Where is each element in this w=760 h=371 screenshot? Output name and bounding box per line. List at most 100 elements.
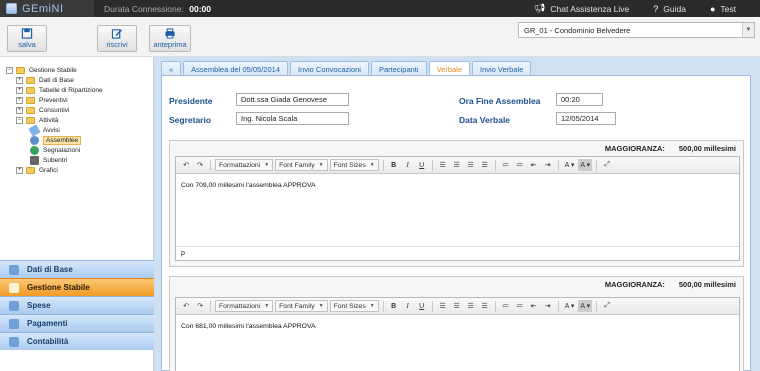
condominium-select[interactable]: GR_01 - Condominio Belvedere ▼ xyxy=(518,22,755,38)
navigation-tree: − Gestione Stabile + Dati di Base + Tabe… xyxy=(6,65,103,175)
bullet-list-icon[interactable]: ≔ xyxy=(500,159,512,171)
background-color-icon[interactable]: A ▾ xyxy=(578,300,593,312)
preview-button[interactable]: anteprima xyxy=(149,25,191,52)
rewrite-button[interactable]: riscrivi xyxy=(97,25,137,52)
secretary-field[interactable]: Ing. Nicola Scala xyxy=(236,112,349,125)
font-sizes-label: Font Sizes xyxy=(333,302,366,310)
fullscreen-icon[interactable]: ⤢ xyxy=(601,159,613,171)
font-family-label: Font Family xyxy=(279,302,315,310)
edit-icon xyxy=(111,29,123,39)
indent-icon[interactable]: ⇥ xyxy=(542,300,554,312)
align-right-icon[interactable]: ☰ xyxy=(465,300,477,312)
president-label: Presidente xyxy=(169,96,213,106)
folder-icon xyxy=(26,76,35,84)
underline-icon[interactable]: U xyxy=(416,159,428,171)
align-left-icon[interactable]: ☰ xyxy=(437,159,449,171)
accordion-pagamenti[interactable]: Pagamenti xyxy=(0,314,154,332)
tab-invio-verbale[interactable]: Invio Verbale xyxy=(472,61,532,76)
help-label: Guida xyxy=(663,3,686,14)
formats-dropdown[interactable]: Formattazioni ▼ xyxy=(215,159,274,171)
outdent-icon[interactable]: ⇤ xyxy=(528,300,540,312)
accordion-label: Gestione Stabile xyxy=(27,283,90,292)
text-color-icon[interactable]: A ▾ xyxy=(563,300,577,312)
tab-partecipanti[interactable]: Partecipanti xyxy=(370,61,427,76)
expand-icon[interactable]: + xyxy=(16,106,23,114)
end-time-field[interactable]: 00:20 xyxy=(556,93,603,106)
font-family-dropdown[interactable]: Font Family ▼ xyxy=(275,159,328,171)
tree-leaf-segnalazioni[interactable]: Segnalazioni xyxy=(6,145,103,155)
bold-icon[interactable]: B xyxy=(388,300,400,312)
tree-node-label: Segnalazioni xyxy=(43,146,81,154)
tab-invio-convocazioni[interactable]: Invio Convocazioni xyxy=(290,61,369,76)
tree-node[interactable]: + Dati di Base xyxy=(6,75,103,85)
italic-icon[interactable]: I xyxy=(402,159,414,171)
expand-icon[interactable]: + xyxy=(16,86,23,94)
accordion-label: Spese xyxy=(27,301,51,310)
tree-node[interactable]: + Grafici xyxy=(6,165,103,175)
user-label: Test xyxy=(720,3,736,14)
tree-node[interactable]: + Consuntivi xyxy=(6,105,103,115)
accordion-dati-di-base[interactable]: Dati di Base xyxy=(0,260,154,278)
accordion-contabilita[interactable]: Contabilità xyxy=(0,332,154,350)
accordion-spese[interactable]: Spese xyxy=(0,296,154,314)
president-field[interactable]: Dott.ssa Giada Genovese xyxy=(236,93,349,106)
tree-leaf-assemblee[interactable]: Assemblee xyxy=(6,135,103,145)
align-justify-icon[interactable]: ☰ xyxy=(479,159,491,171)
tab-assemblea[interactable]: Assemblea del 05/05/2014 xyxy=(183,61,288,76)
tree-leaf-avvisi[interactable]: Avvisi xyxy=(6,123,103,137)
report-icon xyxy=(30,145,39,155)
italic-icon[interactable]: I xyxy=(402,300,414,312)
underline-icon[interactable]: U xyxy=(416,300,428,312)
tree-node-root[interactable]: − Gestione Stabile xyxy=(6,65,103,75)
tab-verbale[interactable]: Verbale xyxy=(428,61,470,76)
folder-icon xyxy=(26,96,35,104)
save-button[interactable]: salva xyxy=(7,25,47,52)
redo-icon[interactable]: ↷ xyxy=(194,159,206,171)
chat-support-link[interactable]: 📢︎ Chat Assistenza Live xyxy=(534,3,629,14)
text-color-icon[interactable]: A ▾ xyxy=(563,159,577,171)
fullscreen-icon[interactable]: ⤢ xyxy=(601,300,613,312)
redo-icon[interactable]: ↷ xyxy=(194,300,206,312)
expand-icon[interactable]: + xyxy=(16,76,23,84)
collapse-icon[interactable]: − xyxy=(6,66,13,74)
formats-label: Formattazioni xyxy=(219,302,261,310)
outdent-icon[interactable]: ⇤ xyxy=(528,159,540,171)
editor-toolbar: ↶ ↷ Formattazioni ▼ Font Family ▼ Font Siz… xyxy=(176,298,739,315)
folder-icon xyxy=(26,86,35,94)
align-justify-icon[interactable]: ☰ xyxy=(479,300,491,312)
indent-icon[interactable]: ⇥ xyxy=(542,159,554,171)
numbered-list-icon[interactable]: ≔ xyxy=(514,159,526,171)
editor-content[interactable]: Con 709,00 millesimi l'assemblea APPROVA xyxy=(176,174,739,197)
align-center-icon[interactable]: ☰ xyxy=(451,300,463,312)
tree-node[interactable]: + Preventivi xyxy=(6,95,103,105)
bold-icon[interactable]: B xyxy=(388,159,400,171)
editor-content[interactable]: Con 681,00 millesimi l'assemblea APPROVA xyxy=(176,315,739,338)
expand-icon[interactable]: + xyxy=(16,96,23,104)
date-field[interactable]: 12/05/2014 xyxy=(556,112,616,125)
accordion-gestione-stabile[interactable]: Gestione Stabile xyxy=(0,278,154,296)
help-link[interactable]: ? Guida xyxy=(653,4,686,14)
expand-icon[interactable]: + xyxy=(16,166,23,174)
background-color-icon[interactable]: A ▾ xyxy=(578,159,593,171)
tree-node[interactable]: + Tabelle di Ripartizione xyxy=(6,85,103,95)
grid-icon xyxy=(9,264,19,275)
numbered-list-icon[interactable]: ≔ xyxy=(514,300,526,312)
font-family-dropdown[interactable]: Font Family ▼ xyxy=(275,300,328,312)
tree-node-label: Attività xyxy=(39,116,59,124)
font-sizes-dropdown[interactable]: Font Sizes ▼ xyxy=(329,300,379,312)
formats-dropdown[interactable]: Formattazioni ▼ xyxy=(215,300,274,312)
align-right-icon[interactable]: ☰ xyxy=(465,159,477,171)
font-sizes-dropdown[interactable]: Font Sizes ▼ xyxy=(329,159,379,171)
user-menu[interactable]: ● Test xyxy=(710,4,736,14)
align-left-icon[interactable]: ☰ xyxy=(437,300,449,312)
bullet-list-icon[interactable]: ≔ xyxy=(500,300,512,312)
undo-icon[interactable]: ↶ xyxy=(180,159,192,171)
folder-icon xyxy=(26,106,35,114)
tree-leaf-subentri[interactable]: Subentri xyxy=(6,155,103,165)
align-center-icon[interactable]: ☰ xyxy=(451,159,463,171)
collapse-icon[interactable]: − xyxy=(16,116,23,124)
tree-node[interactable]: − Attività xyxy=(6,115,103,125)
rewrite-label: riscrivi xyxy=(106,40,128,49)
tab-back[interactable]: « xyxy=(161,61,182,76)
undo-icon[interactable]: ↶ xyxy=(180,300,192,312)
